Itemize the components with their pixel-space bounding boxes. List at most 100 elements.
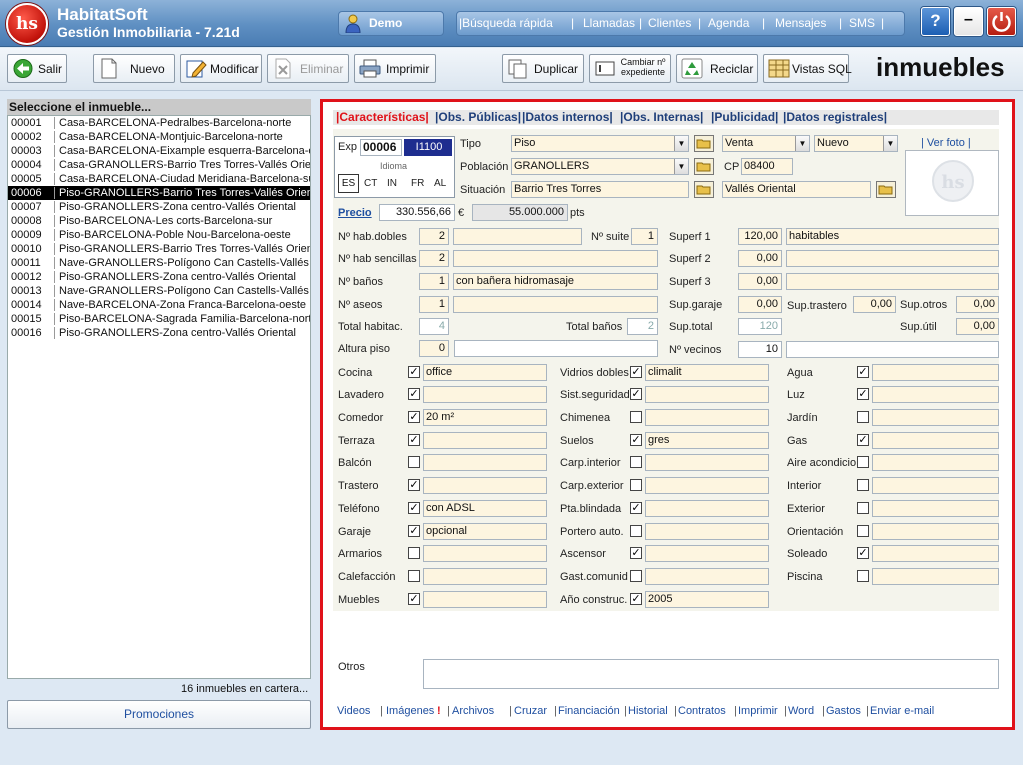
feature-value-field[interactable]: [423, 568, 547, 585]
list-item[interactable]: 00012 Piso-GRANOLLERS-Zona centro-Vallés …: [8, 270, 310, 284]
folder-icon[interactable]: [876, 181, 896, 198]
feature-value-field[interactable]: [872, 386, 999, 403]
vecinos-field[interactable]: 10: [738, 341, 782, 358]
vecinos-desc-field[interactable]: [786, 341, 999, 358]
poblacion-select[interactable]: GRANOLLERS ▼: [511, 158, 689, 175]
nav-busqueda-rapida[interactable]: |Búsqueda rápida: [459, 16, 553, 30]
feature-value-field[interactable]: con ADSL: [423, 500, 547, 517]
list-item[interactable]: 00013 Nave-GRANOLLERS-Polígono Can Castel…: [8, 284, 310, 298]
cambiar-expediente-button[interactable]: Cambiar nº expediente: [589, 54, 671, 83]
feature-checkbox[interactable]: [857, 570, 869, 582]
list-item[interactable]: 00010 Piso-GRANOLLERS-Barrio Tres Torres-…: [8, 242, 310, 256]
imprimir-button[interactable]: Imprimir: [354, 54, 436, 83]
list-item[interactable]: 00008 Piso-BARCELONA-Les corts-Barcelona-…: [8, 214, 310, 228]
precio-eur-field[interactable]: 330.556,66: [379, 204, 455, 221]
nav-mensajes[interactable]: Mensajes: [775, 16, 826, 30]
nuevo-button[interactable]: Nuevo: [93, 54, 175, 83]
link-imprimir[interactable]: Imprimir: [738, 705, 778, 717]
feature-value-field[interactable]: [423, 386, 547, 403]
duplicar-button[interactable]: Duplicar: [502, 54, 584, 83]
tab-publicidad[interactable]: |Publicidad|: [711, 110, 778, 124]
feature-value-field[interactable]: office: [423, 364, 547, 381]
feature-value-field[interactable]: [645, 454, 769, 471]
superf3-desc-field[interactable]: [786, 273, 999, 290]
aseos-field[interactable]: 1: [419, 296, 449, 313]
feature-checkbox[interactable]: ✓: [408, 593, 420, 605]
feature-checkbox[interactable]: [630, 411, 642, 423]
feature-value-field[interactable]: [645, 386, 769, 403]
feature-checkbox[interactable]: ✓: [630, 434, 642, 446]
hab-dobles-desc-field[interactable]: [453, 228, 582, 245]
tab-obs-internas[interactable]: |Obs. Internas|: [620, 110, 703, 124]
feature-checkbox[interactable]: [857, 411, 869, 423]
otros-field[interactable]: [423, 659, 999, 689]
feature-value-field[interactable]: [872, 500, 999, 517]
feature-checkbox[interactable]: ✓: [630, 547, 642, 559]
altura-field[interactable]: 0: [419, 340, 449, 357]
feature-checkbox[interactable]: ✓: [408, 388, 420, 400]
nav-clientes[interactable]: Clientes: [648, 16, 691, 30]
feature-value-field[interactable]: 2005: [645, 591, 769, 608]
link-gastos[interactable]: Gastos: [826, 705, 861, 717]
hab-sencillas-desc-field[interactable]: [453, 250, 658, 267]
tab-datos-internos[interactable]: |Datos internos|: [522, 110, 613, 124]
superf2-desc-field[interactable]: [786, 250, 999, 267]
feature-checkbox[interactable]: [630, 456, 642, 468]
feature-value-field[interactable]: [423, 477, 547, 494]
feature-value-field[interactable]: [645, 477, 769, 494]
list-item[interactable]: 00005 Casa-BARCELONA-Ciudad Meridiana-Bar…: [8, 172, 310, 186]
sup-otros-field[interactable]: 0,00: [956, 296, 999, 313]
tab-obs-publicas[interactable]: |Obs. Públicas|: [435, 110, 521, 124]
ver-foto-link[interactable]: | Ver foto |: [921, 137, 971, 149]
list-item[interactable]: 00015 Piso-BARCELONA-Sagrada Familia-Barc…: [8, 312, 310, 326]
promociones-button[interactable]: Promociones: [7, 700, 311, 729]
feature-value-field[interactable]: [645, 523, 769, 540]
user-button[interactable]: Demo: [338, 11, 444, 36]
link-archivos[interactable]: Archivos: [452, 705, 494, 717]
feature-checkbox[interactable]: ✓: [408, 502, 420, 514]
sup-garaje-field[interactable]: 0,00: [738, 296, 782, 313]
feature-checkbox[interactable]: [630, 479, 642, 491]
feature-value-field[interactable]: [645, 568, 769, 585]
link-contratos[interactable]: Contratos: [678, 705, 726, 717]
list-item[interactable]: 00006 Piso-GRANOLLERS-Barrio Tres Torres-…: [8, 186, 310, 200]
banos-desc-field[interactable]: con bañera hidromasaje: [453, 273, 658, 290]
tab-datos-registrales[interactable]: |Datos registrales|: [783, 110, 887, 124]
link-word[interactable]: Word: [788, 705, 814, 717]
feature-checkbox[interactable]: [857, 525, 869, 537]
tab-caracteristicas[interactable]: |Características|: [336, 110, 429, 124]
operacion-select[interactable]: Venta ▼: [722, 135, 810, 152]
feature-checkbox[interactable]: [408, 547, 420, 559]
list-item[interactable]: 00002 Casa-BARCELONA-Montjuic-Barcelona-n…: [8, 130, 310, 144]
list-item[interactable]: 00011 Nave-GRANOLLERS-Polígono Can Castel…: [8, 256, 310, 270]
feature-value-field[interactable]: [645, 545, 769, 562]
lang-fr-button[interactable]: FR: [411, 178, 424, 189]
feature-checkbox[interactable]: [408, 570, 420, 582]
help-button[interactable]: ?: [921, 7, 950, 36]
feature-checkbox[interactable]: ✓: [630, 388, 642, 400]
feature-value-field[interactable]: [872, 545, 999, 562]
feature-checkbox[interactable]: ✓: [857, 366, 869, 378]
cp-field[interactable]: 08400: [741, 158, 793, 175]
feature-value-field[interactable]: [423, 545, 547, 562]
modificar-button[interactable]: Modificar: [180, 54, 262, 83]
lang-es-button[interactable]: ES: [338, 174, 359, 193]
nav-agenda[interactable]: Agenda: [708, 16, 749, 30]
precio-pts-field[interactable]: 55.000.000: [472, 204, 568, 221]
reference-field[interactable]: I1100: [404, 139, 452, 156]
list-item[interactable]: 00003 Casa-BARCELONA-Eixample esquerra-Ba…: [8, 144, 310, 158]
superf1-field[interactable]: 120,00: [738, 228, 782, 245]
feature-checkbox[interactable]: ✓: [408, 434, 420, 446]
feature-value-field[interactable]: [872, 568, 999, 585]
feature-value-field[interactable]: opcional: [423, 523, 547, 540]
feature-value-field[interactable]: [423, 432, 547, 449]
feature-checkbox[interactable]: [630, 570, 642, 582]
sup-util-field[interactable]: 0,00: [956, 318, 999, 335]
folder-icon[interactable]: [694, 158, 714, 175]
nav-sms[interactable]: SMS: [849, 16, 875, 30]
list-item[interactable]: 00016 Piso-GRANOLLERS-Zona centro-Vallés …: [8, 326, 310, 340]
reciclar-button[interactable]: Reciclar: [676, 54, 758, 83]
feature-checkbox[interactable]: ✓: [630, 502, 642, 514]
hab-dobles-field[interactable]: 2: [419, 228, 449, 245]
feature-value-field[interactable]: gres: [645, 432, 769, 449]
